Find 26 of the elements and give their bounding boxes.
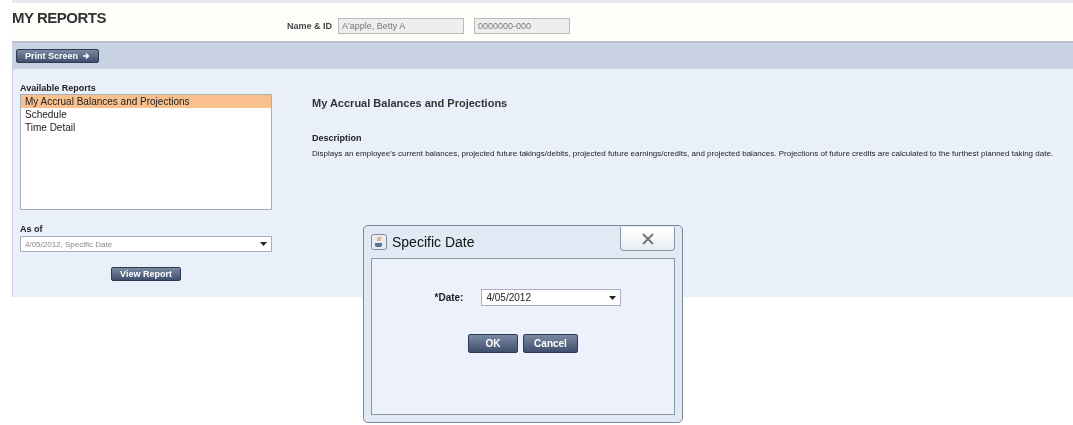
- view-report-button[interactable]: View Report: [111, 267, 181, 281]
- dialog-button[interactable]: Cancel: [523, 334, 578, 353]
- available-reports-label: Available Reports: [20, 83, 97, 93]
- report-item[interactable]: Time Detail: [21, 121, 271, 134]
- description-text: Displays an employee's current balances, projected future takings/debits, projected future earnings/credits, and projected balances. Projections of future credits are calculated to the furthest planned taking date.: [312, 148, 1055, 160]
- as-of-label: As of: [20, 224, 44, 234]
- name-id-label: Name & ID: [287, 21, 332, 31]
- close-icon: [641, 232, 654, 245]
- date-label: *Date:: [434, 292, 464, 303]
- date-dropdown[interactable]: 4/05/2012: [481, 289, 622, 306]
- as-of-dropdown[interactable]: 4/05/2012, Specific Date: [20, 236, 272, 252]
- report-item[interactable]: Schedule: [21, 108, 271, 121]
- java-cup-icon: [371, 234, 387, 250]
- report-item[interactable]: My Accrual Balances and Projections: [21, 95, 271, 108]
- id-field: 0000000-000: [474, 18, 570, 34]
- description-label: Description: [312, 133, 363, 143]
- arrow-right-icon: [82, 52, 91, 60]
- dialog-title: Specific Date: [392, 234, 476, 250]
- close-button[interactable]: [620, 227, 675, 251]
- dialog-button[interactable]: OK: [468, 334, 519, 353]
- dropdown-caret-icon[interactable]: [260, 242, 267, 246]
- name-field: A'apple, Betty A: [338, 18, 464, 34]
- page-title: MY REPORTS: [12, 9, 107, 26]
- dropdown-caret-icon[interactable]: [609, 295, 617, 300]
- report-title: My Accrual Balances and Projections: [312, 97, 509, 109]
- print-screen-button[interactable]: Print Screen: [16, 49, 100, 63]
